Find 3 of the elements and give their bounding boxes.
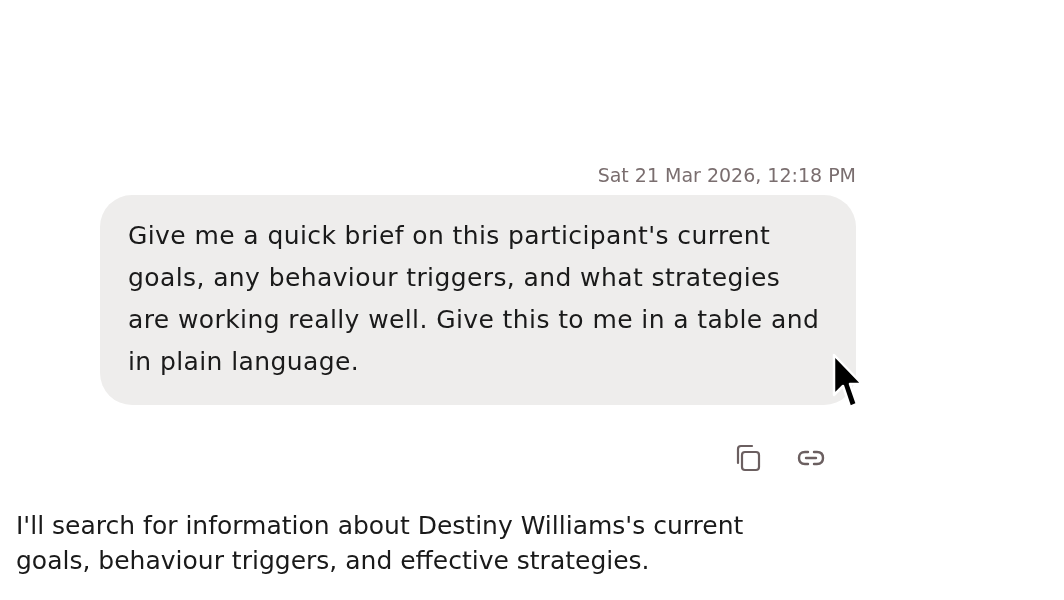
assistant-message-text: I'll search for information about Destiny Williams's current goals, behaviour triggers, and effective strategies. bbox=[16, 510, 745, 577]
message-timestamp: Sat 21 Mar 2026, 12:18 PM bbox=[597, 163, 856, 187]
message-text: Give me a quick brief on this participant's current goals, any behaviour triggers, and what strategies are working really well. Give this to me in a table and in plain language. bbox=[128, 220, 821, 378]
